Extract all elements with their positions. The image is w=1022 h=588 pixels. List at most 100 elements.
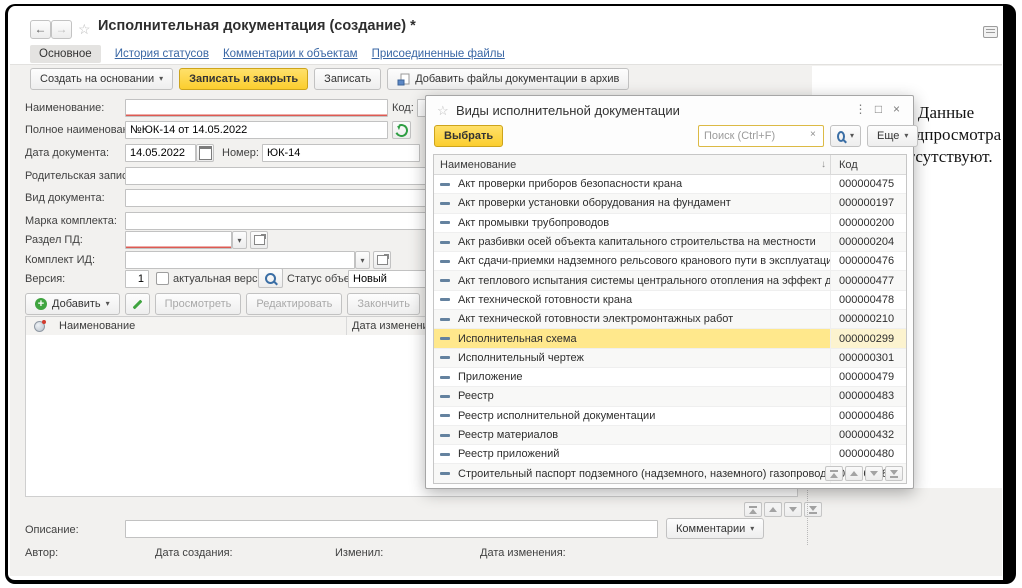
modified-by-label: Изменил:	[335, 547, 383, 559]
list-item[interactable]: Приложение000000479	[434, 367, 906, 386]
edit-pencil-button[interactable]	[125, 293, 150, 315]
item-code: 000000475	[830, 175, 906, 193]
id-set-open-button[interactable]	[373, 251, 391, 269]
actual-version-label: актуальная версия	[173, 273, 270, 285]
item-name: Акт технической готовности электромонтаж…	[458, 313, 830, 325]
item-code: 000000301	[830, 349, 906, 367]
version-search-button[interactable]	[258, 268, 283, 288]
item-name: Акт разбивки осей объекта капитального с…	[458, 236, 830, 248]
list-item[interactable]: Акт проверки установки оборудования на ф…	[434, 193, 906, 212]
description-input[interactable]	[125, 520, 658, 538]
item-code: 000000483	[830, 387, 906, 405]
list-item[interactable]: Исполнительный чертеж000000301	[434, 348, 906, 367]
pd-section-label: Раздел ПД:	[25, 234, 83, 246]
name-input[interactable]	[125, 99, 388, 117]
favorite-star-icon[interactable]: ☆	[78, 21, 91, 38]
tab-status-history[interactable]: История статусов	[115, 48, 209, 60]
arrow-up-icon	[850, 471, 858, 476]
add-button[interactable]: + Добавить ▾	[25, 293, 120, 315]
forward-button[interactable]: →	[51, 20, 72, 39]
form-settings-icon[interactable]	[983, 26, 998, 38]
finish-label: Закончить	[357, 298, 410, 310]
go-next-button[interactable]	[784, 502, 802, 517]
back-icon: ←	[35, 22, 47, 36]
page-title: Исполнительная документация (создание) *	[98, 18, 416, 34]
add-files-to-archive-button[interactable]: Добавить файлы документации в архив	[387, 68, 629, 90]
favorite-star-icon[interactable]: ☆	[437, 103, 449, 119]
id-set-dropdown-button[interactable]: ▾	[355, 251, 370, 269]
item-code: 000000476	[830, 252, 906, 270]
list-item[interactable]: Реестр приложений000000480	[434, 444, 906, 463]
catalog-item-icon	[440, 356, 450, 359]
list-item[interactable]: Акт проверки приборов безопасности крана…	[434, 175, 906, 193]
chevron-down-icon: ▾	[904, 132, 908, 140]
doc-date-input[interactable]	[125, 144, 196, 162]
list-item[interactable]: Исполнительная схема000000299	[434, 328, 906, 347]
save-and-close-button[interactable]: Записать и закрыть	[179, 68, 308, 90]
list-item[interactable]: Реестр исполнительной документации000000…	[434, 406, 906, 425]
list-item[interactable]: Акт технической готовности электромонтаж…	[434, 309, 906, 328]
code-label: Код:	[392, 102, 414, 114]
save-button[interactable]: Записать	[314, 68, 381, 90]
arrow-down-icon	[870, 471, 878, 476]
go-next-button[interactable]	[865, 466, 883, 481]
arrow-down-icon	[789, 507, 797, 512]
item-code: 000000210	[830, 310, 906, 328]
tab-bar: Основное История статусов Комментарии к …	[30, 44, 505, 63]
catalog-item-icon	[440, 298, 450, 301]
go-first-button[interactable]	[744, 502, 762, 517]
calendar-button[interactable]	[196, 144, 214, 162]
search-button[interactable]: ▾	[830, 125, 861, 147]
refresh-button[interactable]	[392, 121, 411, 139]
open-link-icon	[254, 235, 265, 245]
list-item[interactable]: Реестр000000483	[434, 386, 906, 405]
tab-attached-files[interactable]: Присоединенные файлы	[372, 48, 505, 60]
command-bar: Создать на основании ▾ Записать и закрыт…	[30, 68, 629, 90]
list-item[interactable]: Акт технической готовности крана00000047…	[434, 290, 906, 309]
go-prev-button[interactable]	[764, 502, 782, 517]
list-item[interactable]: Реестр материалов000000432	[434, 425, 906, 444]
list-item[interactable]: Акт разбивки осей объекта капитального с…	[434, 232, 906, 251]
clear-search-icon[interactable]: ×	[810, 129, 816, 140]
pd-section-open-button[interactable]	[250, 231, 268, 249]
column-name[interactable]: Наименование	[59, 320, 135, 332]
item-code: 000000432	[830, 426, 906, 444]
search-input[interactable]	[698, 125, 824, 147]
maximize-icon[interactable]: □	[870, 101, 887, 118]
go-first-button[interactable]	[825, 466, 843, 481]
go-prev-button[interactable]	[845, 466, 863, 481]
close-icon[interactable]: ×	[888, 101, 905, 118]
select-button[interactable]: Выбрать	[434, 125, 503, 147]
comments-button[interactable]: Комментарии ▾	[666, 518, 764, 539]
back-button[interactable]: ←	[30, 20, 51, 39]
refresh-icon	[393, 122, 410, 139]
version-input[interactable]	[125, 270, 149, 288]
dialog-menu-icon[interactable]: ⋮	[852, 101, 869, 118]
actual-version-checkbox[interactable]	[156, 272, 169, 285]
pd-section-dropdown-button[interactable]: ▾	[232, 231, 247, 249]
view-button[interactable]: Просмотреть	[155, 293, 242, 315]
tab-object-comments[interactable]: Комментарии к объектам	[223, 48, 358, 60]
create-based-on-button[interactable]: Создать на основании ▾	[30, 68, 173, 90]
edit-button[interactable]: Редактировать	[246, 293, 342, 315]
parent-record-label: Родительская запись:	[25, 170, 136, 182]
full-name-input[interactable]	[125, 121, 388, 139]
list-item[interactable]: Акт сдачи-приемки надземного рельсового …	[434, 251, 906, 270]
version-label: Версия:	[25, 273, 65, 285]
catalog-item-icon	[440, 376, 450, 379]
create-based-on-label: Создать на основании	[40, 73, 154, 85]
column-name[interactable]: Наименование ↓	[434, 159, 830, 171]
tab-main[interactable]: Основное	[30, 45, 101, 63]
go-last-button[interactable]	[885, 466, 903, 481]
finish-button[interactable]: Закончить	[347, 293, 420, 315]
column-date-modified[interactable]: Дата изменения	[352, 320, 435, 332]
list-item[interactable]: Акт промывки трубопроводов000000200	[434, 213, 906, 232]
column-code[interactable]: Код	[830, 155, 906, 174]
view-label: Просмотреть	[165, 298, 232, 310]
id-set-input[interactable]	[125, 251, 355, 269]
more-button[interactable]: Еще ▾	[867, 125, 918, 147]
document-types-dialog: ☆ Виды исполнительной документации ⋮ □ ×…	[425, 95, 914, 489]
number-input[interactable]	[262, 144, 420, 162]
pd-section-input[interactable]	[125, 231, 232, 249]
list-item[interactable]: Акт теплового испытания системы централь…	[434, 270, 906, 289]
